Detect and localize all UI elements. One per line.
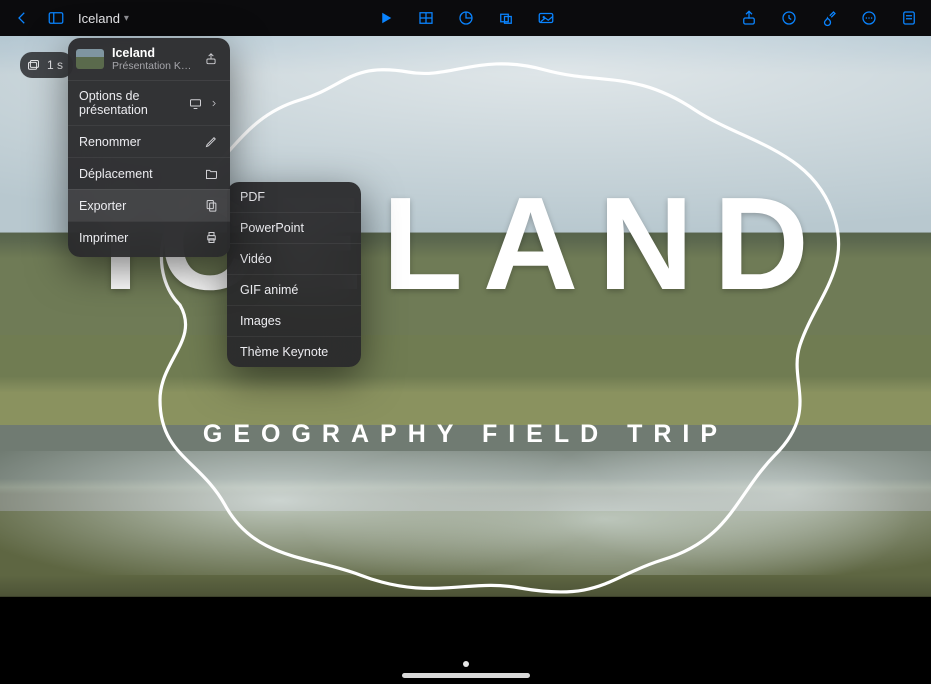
export-option-powerpoint[interactable]: PowerPoint [227,212,361,243]
toolbar-center-group [372,4,560,32]
pencil-icon [204,134,219,149]
export-option-theme[interactable]: Thème Keynote [227,336,361,367]
document-title-button[interactable]: Iceland ▾ [78,11,129,26]
menu-item-label: Imprimer [79,231,128,245]
export-submenu: PDF PowerPoint Vidéo GIF animé Images Th… [227,182,361,367]
menu-item-export[interactable]: Exporter [68,189,230,221]
slides-stack-icon [26,58,41,73]
sidebar-toggle-button[interactable] [42,4,70,32]
menu-item-rename[interactable]: Renommer [68,125,230,157]
menu-item-label: Déplacement [79,167,153,181]
export-option-video[interactable]: Vidéo [227,243,361,274]
export-option-gif[interactable]: GIF animé [227,274,361,305]
popover-thumbnail [76,49,104,69]
table-insert-button[interactable] [412,4,440,32]
display-icon [188,96,203,111]
printer-icon [204,230,219,245]
home-indicator [402,673,530,678]
slide-subtitle: GEOGRAPHY FIELD TRIP [0,420,931,449]
slide-count-label: 1 s [47,58,63,72]
back-button[interactable] [8,4,36,32]
export-icon [204,198,219,213]
menu-item-print[interactable]: Imprimer [68,221,230,253]
document-title-label: Iceland [78,11,120,26]
top-toolbar: Iceland ▾ [0,0,931,36]
chart-insert-button[interactable] [452,4,480,32]
popover-subtitle: Présentation Keynote… [112,60,194,72]
popover-share-button[interactable] [202,52,220,66]
media-insert-button[interactable] [532,4,560,32]
inspector-button[interactable] [895,4,923,32]
menu-item-label: Exporter [79,199,126,213]
format-brush-button[interactable] [815,4,843,32]
popover-title: Iceland [112,46,194,60]
collaborate-button[interactable] [775,4,803,32]
export-option-pdf[interactable]: PDF [227,182,361,212]
slide-count-pill[interactable]: 1 s [20,52,73,78]
document-menu-popover: Iceland Présentation Keynote… Options de… [68,38,230,257]
more-button[interactable] [855,4,883,32]
toolbar-right-group [735,4,923,32]
popover-header: Iceland Présentation Keynote… [68,38,230,81]
chevron-right-icon [209,96,219,111]
menu-item-presentation-options[interactable]: Options de présentation [68,81,230,125]
export-option-images[interactable]: Images [227,305,361,336]
menu-item-move[interactable]: Déplacement [68,157,230,189]
folder-icon [204,166,219,181]
chevron-down-icon: ▾ [124,13,129,24]
menu-item-label: Renommer [79,135,141,149]
menu-item-label: Options de présentation [79,89,180,117]
share-button[interactable] [735,4,763,32]
shape-insert-button[interactable] [492,4,520,32]
river-highlight [0,451,931,574]
play-button[interactable] [372,4,400,32]
page-indicator-dot [463,661,469,667]
